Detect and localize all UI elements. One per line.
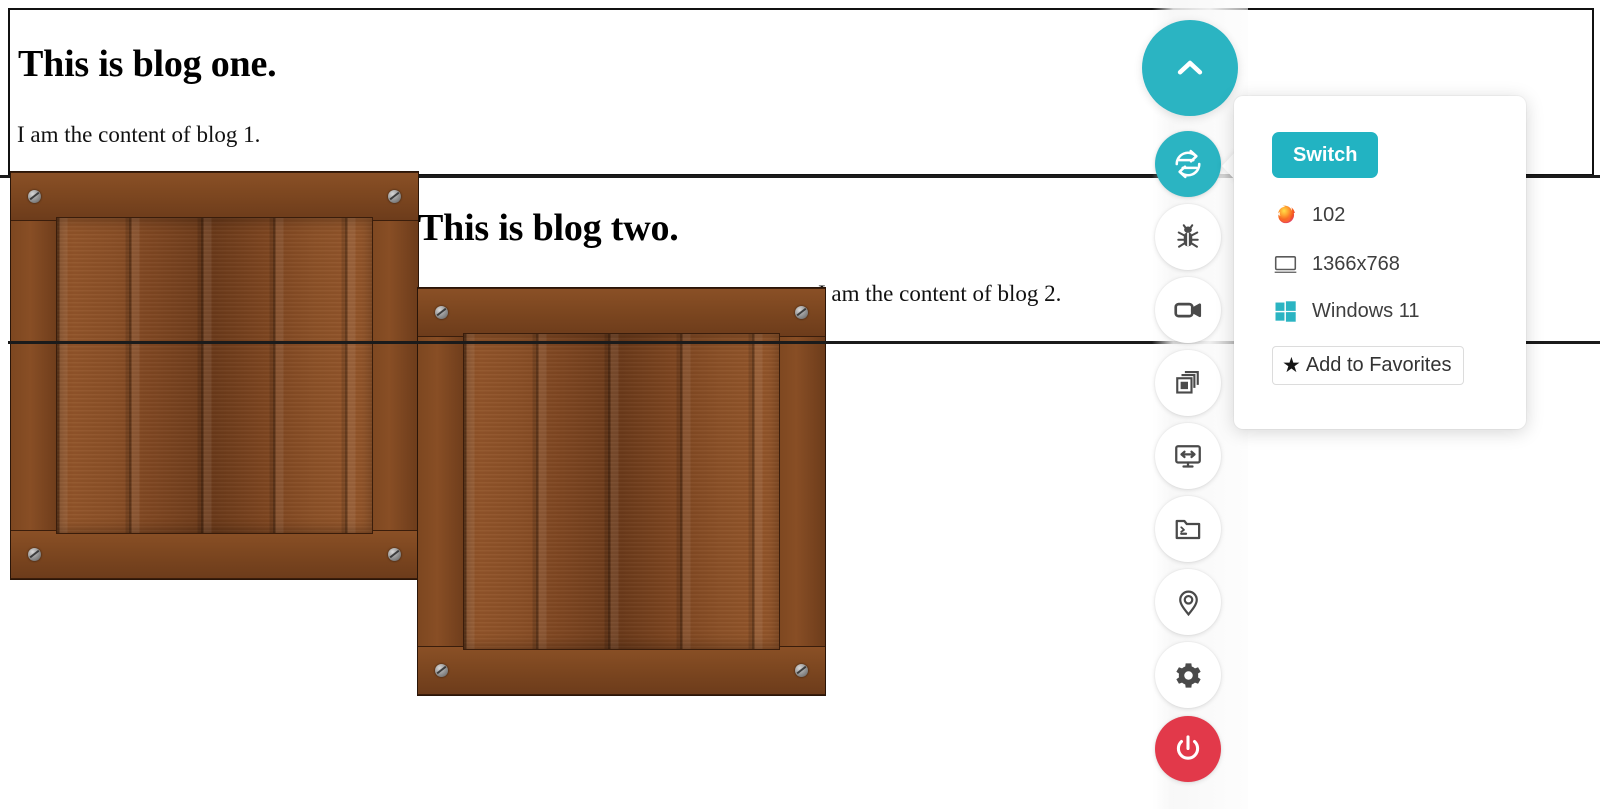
switch-button[interactable]: Switch <box>1272 132 1379 178</box>
blog-two-crate-image <box>417 287 826 696</box>
add-to-favorites-label: Add to Favorites <box>1305 354 1452 376</box>
blog-one-body: I am the content of blog 1. <box>17 122 261 147</box>
os-label: Windows 11 <box>1312 299 1420 322</box>
blog-one-title: This is blog one. <box>18 43 277 85</box>
crate-frame-left <box>418 288 466 695</box>
file-manager-button[interactable] <box>1155 496 1221 562</box>
blog-two-body: I am the content of blog 2. <box>818 281 1062 306</box>
crate-screw <box>28 548 41 561</box>
video-camera-icon <box>1172 294 1204 326</box>
browser-version-label: 102 <box>1312 203 1346 226</box>
monitor-icon <box>1272 251 1298 277</box>
crate-frame-right <box>777 288 825 695</box>
crate-planks <box>463 333 780 650</box>
crate-screw <box>388 190 401 203</box>
crate-screw <box>795 306 808 319</box>
gear-icon <box>1173 660 1204 691</box>
crate-frame-top <box>418 288 825 337</box>
power-icon <box>1172 733 1204 765</box>
bug-icon <box>1173 222 1203 252</box>
copies-icon <box>1173 368 1203 398</box>
crate-screw <box>388 548 401 561</box>
star-icon: ★ <box>1282 353 1301 377</box>
crate-planks <box>56 217 373 534</box>
blog-two-title: This is blog two. <box>418 207 679 249</box>
map-pin-icon <box>1173 587 1204 618</box>
power-stop-button[interactable] <box>1155 716 1221 782</box>
resolution-label: 1366x768 <box>1312 252 1400 275</box>
crate-frame-bottom <box>11 530 418 579</box>
firefox-icon <box>1272 202 1298 228</box>
report-bug-button[interactable] <box>1155 204 1221 270</box>
screenshots-button[interactable] <box>1155 350 1221 416</box>
crate-screw <box>28 190 41 203</box>
resize-screen-button[interactable] <box>1155 423 1221 489</box>
crate-screw <box>435 664 448 677</box>
crate-frame-top <box>11 172 418 221</box>
collapse-toggle-button[interactable] <box>1142 20 1238 116</box>
blog-one-crate-image <box>10 171 419 580</box>
device-info-popup: Switch 102 1366x768 Windows 11 ★ Add to … <box>1234 96 1526 429</box>
popup-row-os: Windows 11 <box>1272 298 1419 324</box>
crate-screw <box>435 306 448 319</box>
monitor-resize-icon <box>1173 441 1203 471</box>
crate-frame-right <box>370 172 418 579</box>
switch-arrows-icon <box>1170 146 1206 182</box>
add-to-favorites-button[interactable]: ★ Add to Favorites <box>1272 346 1465 385</box>
geolocation-button[interactable] <box>1155 569 1221 635</box>
settings-button[interactable] <box>1155 642 1221 708</box>
chevron-up-icon <box>1173 51 1207 85</box>
crate-frame-bottom <box>418 646 825 695</box>
windows-icon <box>1272 298 1298 324</box>
popup-row-browser: 102 <box>1272 202 1345 228</box>
crate-frame-left <box>11 172 59 579</box>
crate-screw <box>795 664 808 677</box>
record-session-button[interactable] <box>1155 277 1221 343</box>
switch-device-button[interactable] <box>1155 131 1221 197</box>
folder-terminal-icon <box>1173 514 1203 544</box>
popup-row-resolution: 1366x768 <box>1272 251 1400 277</box>
page-canvas: This is blog one. I am the content of bl… <box>0 0 1600 809</box>
